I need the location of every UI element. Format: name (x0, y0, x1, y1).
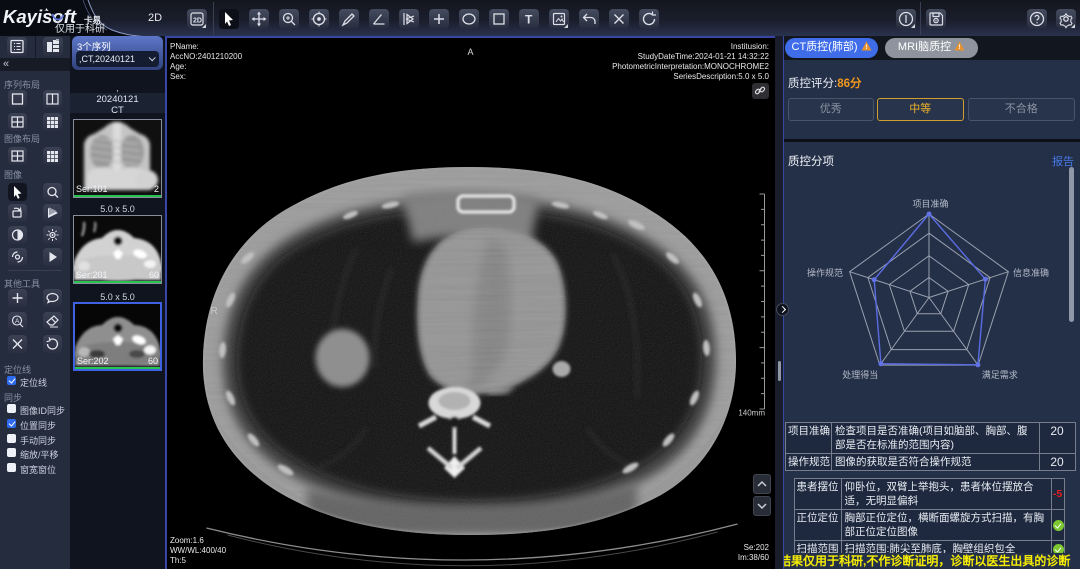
svg-text:A: A (15, 318, 20, 325)
svg-text:A: A (467, 47, 473, 57)
svg-text:!: ! (959, 44, 961, 51)
svg-text:!: ! (865, 44, 867, 51)
svg-text:仅用于科研: 仅用于科研 (55, 22, 105, 35)
svg-text:R: R (211, 306, 218, 317)
svg-text:140mm: 140mm (738, 409, 765, 418)
svg-text:T: T (525, 13, 533, 27)
svg-text:2D: 2D (193, 18, 202, 25)
